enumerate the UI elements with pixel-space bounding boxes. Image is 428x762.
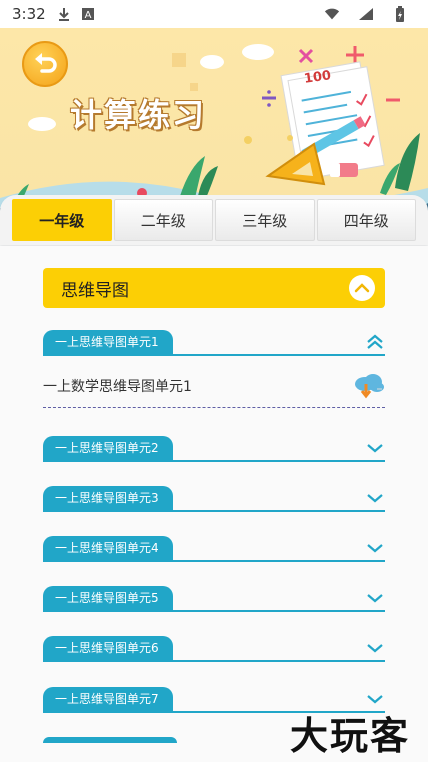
chevron-down-icon[interactable]	[365, 638, 385, 658]
header-banner: 计算练习 100	[0, 28, 428, 218]
unit-label: 一上思维导图单元7	[43, 687, 173, 711]
chevron-up-icon	[354, 283, 370, 293]
chevron-down-icon[interactable]	[365, 588, 385, 608]
unit-header-partial	[43, 737, 177, 743]
double-chevron-up-icon[interactable]	[365, 332, 385, 352]
status-time: 3:32	[12, 5, 46, 23]
unit-label: 一上思维导图单元5	[43, 586, 173, 610]
unit-underline	[43, 354, 385, 356]
unit-label: 一上思维导图单元6	[43, 636, 173, 660]
app-screen: 3:32 A 计算练习 100 一年级 二年级 三年级 四年级 思维导图 一上思…	[0, 0, 428, 762]
font-icon: A	[80, 6, 96, 22]
unit-header-5[interactable]: 一上思维导图单元5	[43, 586, 385, 612]
status-bar: 3:32 A	[0, 0, 428, 28]
back-button[interactable]	[22, 41, 68, 87]
unit-label: 一上思维导图单元3	[43, 486, 173, 510]
unit-label: 一上思维导图单元2	[43, 436, 173, 460]
tab-grade-1[interactable]: 一年级	[12, 199, 112, 241]
list-item[interactable]: 一上数学思维导图单元1	[43, 364, 385, 408]
unit-header-2[interactable]: 一上思维导图单元2	[43, 436, 385, 462]
unit-label: 一上思维导图单元4	[43, 536, 173, 560]
unit-underline	[43, 460, 385, 462]
chevron-down-icon[interactable]	[365, 438, 385, 458]
content-area: 思维导图 一上思维导图单元1 一上数学思维导图单元1 一上思维导图单元2 一上思…	[0, 246, 428, 762]
signal-icon	[358, 6, 374, 22]
unit-header-3[interactable]: 一上思维导图单元3	[43, 486, 385, 512]
download-icon	[56, 6, 72, 22]
unit-underline	[43, 610, 385, 612]
cloud-download-icon[interactable]	[351, 370, 385, 400]
collapse-button[interactable]	[349, 275, 375, 301]
unit-label: 一上思维导图单元1	[43, 330, 173, 354]
section-title: 思维导图	[61, 280, 129, 301]
wifi-icon	[324, 6, 340, 22]
tab-grade-3[interactable]: 三年级	[215, 199, 315, 241]
battery-icon	[392, 6, 408, 22]
unit-underline	[43, 560, 385, 562]
page-title: 计算练习	[70, 96, 207, 134]
chevron-down-icon[interactable]	[365, 488, 385, 508]
unit-header-4[interactable]: 一上思维导图单元4	[43, 536, 385, 562]
unit-header-6[interactable]: 一上思维导图单元6	[43, 636, 385, 662]
unit-header-1[interactable]: 一上思维导图单元1	[43, 330, 385, 356]
chevron-down-icon[interactable]	[365, 538, 385, 558]
svg-text:A: A	[84, 10, 91, 21]
watermark: 大玩客	[290, 714, 411, 758]
item-label: 一上数学思维导图单元1	[43, 378, 192, 395]
unit-underline	[43, 660, 385, 662]
unit-underline	[43, 510, 385, 512]
section-header-mindmap[interactable]: 思维导图	[43, 268, 385, 308]
back-arrow-icon	[35, 53, 57, 73]
tab-grade-2[interactable]: 二年级	[113, 199, 213, 241]
grade-tabs: 一年级 二年级 三年级 四年级	[0, 195, 428, 245]
tab-grade-4[interactable]: 四年级	[316, 199, 416, 241]
